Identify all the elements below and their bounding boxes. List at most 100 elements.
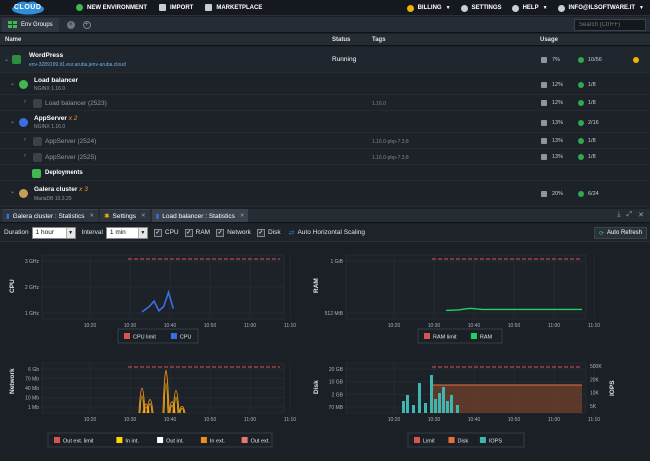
node-group-row[interactable]: ⌄ Load balancer NGINX 1.16.0 12% 1/8 (0, 74, 650, 95)
y-tick-label: 2 GHz (25, 285, 40, 291)
duration-label: Duration (4, 229, 29, 236)
x-tick-label: 11:00 (244, 323, 256, 329)
disk-usage: 12% (552, 100, 564, 106)
cpu-checkbox-label: CPU (164, 229, 179, 236)
iops-bar (450, 395, 453, 413)
legend-swatch (170, 333, 177, 339)
node-row[interactable]: › AppServer (2525) 1.16.0-php-7.3.8 13% … (0, 150, 650, 165)
chevron-down-icon[interactable]: ⌄ (10, 188, 15, 195)
usage-column-header[interactable]: Usage (540, 37, 558, 43)
chevron-down-icon[interactable]: ⌄ (4, 56, 9, 63)
legend-label: Out ext. (251, 439, 271, 445)
chevron-right-icon[interactable]: › (24, 99, 26, 105)
legend-swatch (448, 437, 455, 443)
marketplace-label: MARKETPLACE (216, 4, 263, 11)
disk-usage: 13% (552, 138, 564, 144)
x-tick-label: 11:10 (284, 323, 296, 329)
disk-icon (541, 57, 547, 63)
search-input[interactable] (574, 19, 646, 31)
auto-refresh-button[interactable]: ⟳ Auto Refresh (593, 227, 647, 239)
y-tick-label: 40 Mb (25, 386, 39, 392)
node-row[interactable]: › AppServer (2524) 1.16.0-php-7.3.8 13% … (0, 134, 650, 149)
status-column-header[interactable]: Status (332, 37, 350, 43)
chevron-down-icon[interactable]: ⌄ (10, 80, 15, 87)
disk-usage: 13% (552, 154, 564, 160)
maximize-icon[interactable]: ⤢ (627, 211, 633, 219)
cloudlet-icon (578, 154, 584, 160)
billing-coin-icon[interactable] (633, 57, 639, 63)
settings-button[interactable]: SETTINGS (460, 4, 502, 12)
node-version: NGINX 1.16.0 (34, 86, 66, 92)
logo-text: CLOUD (14, 3, 42, 11)
disk-usage: 13% (552, 120, 564, 126)
tab-label: Load balancer : Statistics (162, 212, 235, 220)
y-axis-label: CPU (9, 279, 16, 293)
close-icon[interactable]: ✕ (240, 213, 245, 219)
tags-column-header[interactable]: Tags (372, 37, 386, 43)
legend-swatch (116, 437, 123, 443)
env-table-header: Name Status Tags Usage (0, 34, 650, 46)
disk-icon (541, 138, 547, 144)
close-icon[interactable]: ✕ (89, 213, 94, 219)
node-group-name: AppServer x 2 (34, 115, 77, 122)
tab-settings[interactable]: ✱ Settings ✕ (100, 209, 150, 222)
network-checkbox[interactable]: ✓ Network (216, 228, 251, 237)
marketplace-button[interactable]: MARKETPLACE (205, 4, 262, 11)
node-row[interactable]: › Load balancer (2523) 1.16.0 12% 1/8 (0, 96, 650, 111)
close-panel-icon[interactable]: ✕ (638, 211, 644, 219)
node-icon (33, 153, 42, 162)
legend-label: In int. (125, 439, 139, 445)
chart-icon: ▮ (155, 213, 160, 220)
node-group-row[interactable]: ⌄ Galera cluster x 3 MariaDB 10.3.20 20%… (0, 182, 650, 207)
panel-controls: ⤓ ⤢ ✕ (617, 211, 644, 219)
chevron-right-icon[interactable]: › (24, 153, 26, 159)
tab-galera-statistics[interactable]: ▮ Galera cluster : Statistics ✕ (2, 209, 99, 222)
add-group-icon[interactable]: + (82, 20, 91, 29)
legend-label: IOPS (489, 439, 502, 445)
legend-label: RAM limit (433, 335, 457, 341)
y2-axis-label: IOPS (609, 380, 616, 396)
legend-swatch (157, 437, 164, 443)
auto-scaling-button[interactable]: ⇄ Auto Horizontal Scaling (289, 229, 365, 237)
duration-select[interactable]: 1 hour ▼ (31, 226, 76, 239)
billing-menu[interactable]: BILLING ▼ (406, 4, 451, 12)
cpu-checkbox[interactable]: ✓ CPU (153, 228, 179, 237)
node-group-title: AppServer (34, 115, 67, 122)
user-menu[interactable]: INFO@ILSOFTWARE.IT ▼ (557, 4, 644, 12)
app-root: CLOUD NEW ENVIRONMENT IMPORT MARKETPLACE… (0, 0, 650, 461)
ram-checkbox[interactable]: ✓ RAM (184, 228, 210, 237)
cloudlet-icon (578, 191, 584, 197)
import-button[interactable]: IMPORT (159, 4, 193, 11)
env-row-wordpress[interactable]: ⌄ WordPress env-3289199.it1.eur.aruba.je… (0, 47, 650, 73)
y-tick-label: 70 Mb (25, 377, 39, 383)
env-groups-tab[interactable]: Env Groups (2, 17, 59, 32)
close-icon[interactable]: × (66, 20, 75, 29)
node-group-row[interactable]: ⌄ AppServer x 2 NGINX 1.16.0 13% 2/16 (0, 112, 650, 133)
scaling-icon: ⇄ (288, 229, 295, 237)
deployments-row[interactable]: Deployments (0, 166, 650, 181)
node-group-title: Galera cluster (34, 186, 78, 193)
interval-select[interactable]: 1 min ▼ (105, 226, 148, 239)
node-version: MariaDB 10.3.20 (34, 196, 72, 202)
env-domain[interactable]: env-3289199.it1.eur.aruba.jenv-aruba.clo… (29, 62, 126, 68)
chart-icon: ▮ (6, 213, 10, 220)
name-column-header[interactable]: Name (5, 37, 21, 43)
node-tag: 1.16.0-php-7.3.8 (372, 155, 409, 161)
help-menu[interactable]: HELP ▼ (511, 4, 548, 12)
chevron-right-icon[interactable]: › (24, 137, 26, 143)
network-checkbox-label: Network (227, 229, 251, 236)
disk-checkbox[interactable]: ✓ Disk (256, 228, 281, 237)
node-version: NGINX 1.16.0 (34, 124, 66, 130)
node-count: x 3 (79, 186, 88, 193)
logo[interactable]: CLOUD (10, 1, 46, 15)
chevron-down-icon[interactable]: ⌄ (10, 118, 15, 125)
close-icon[interactable]: ✕ (141, 213, 146, 219)
cloudlet-usage: 1/8 (588, 138, 596, 144)
y2-tick-label: 5K (590, 404, 597, 410)
x-tick-label: 11:00 (548, 323, 560, 329)
legend-swatch (470, 333, 477, 339)
cloudlet-icon (578, 138, 584, 144)
new-environment-button[interactable]: NEW ENVIRONMENT (76, 4, 147, 11)
minimize-icon[interactable]: ⤓ (617, 211, 620, 219)
tab-load-balancer-statistics[interactable]: ▮ Load balancer : Statistics ✕ (151, 209, 249, 222)
